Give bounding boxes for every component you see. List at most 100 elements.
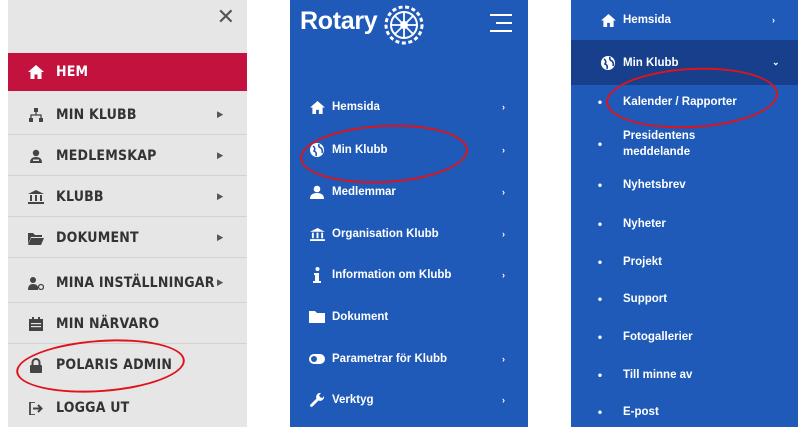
menu-toggle-icon[interactable] [490, 14, 512, 32]
info-icon [290, 267, 328, 283]
submenu-item-kalender-rapporter[interactable]: • Kalender / Rapporter [571, 93, 798, 111]
sign-out-icon [8, 401, 50, 415]
menu-item-mina-installningar[interactable]: MINA INSTÄLLNINGAR ▶ [8, 264, 247, 302]
submenu-item-label: Projekt [623, 256, 662, 268]
bullet: • [597, 137, 603, 151]
menu-item-label: Information om Klubb [332, 269, 452, 281]
menu-item-label: MIN KLUBB [56, 107, 137, 123]
globe-icon [290, 143, 328, 157]
menu-item-verktyg[interactable]: Verktyg › [290, 386, 528, 414]
menu-item-klubb[interactable]: KLUBB ▶ [8, 178, 247, 216]
bullet: • [597, 178, 603, 192]
wrench-icon [290, 392, 328, 408]
bullet: • [597, 255, 603, 269]
caret-right-icon: › [502, 187, 505, 197]
caret-right-icon: › [502, 270, 505, 280]
bullet: • [597, 330, 603, 344]
right-sidebar-menu: Hemsida › Min Klubb ⌄ • Kalender / Rappo… [571, 0, 798, 427]
divider [8, 216, 247, 217]
rotary-wheel-icon [384, 5, 424, 45]
bullet: • [597, 292, 603, 306]
caret-right-icon: › [502, 102, 505, 112]
menu-item-dokument[interactable]: DOKUMENT ▶ [8, 219, 247, 257]
toggle-icon [290, 354, 328, 364]
menu-item-hemsida[interactable]: Hemsida › [290, 93, 528, 121]
submenu-item-label: Presidentens meddelande [623, 130, 696, 158]
submenu-item-presidentens-meddelande[interactable]: • Presidentens meddelande [571, 127, 798, 161]
menu-item-organisation-klubb[interactable]: Organisation Klubb › [290, 220, 528, 248]
institution-icon [8, 190, 50, 204]
menu-item-label: POLARIS ADMIN [56, 357, 173, 373]
bullet: • [597, 368, 603, 382]
caret-right-icon: › [502, 145, 505, 155]
menu-item-label: Medlemmar [332, 186, 396, 198]
bullet: • [597, 405, 603, 419]
menu-item-dokument[interactable]: Dokument [290, 303, 528, 331]
home-icon [8, 65, 50, 79]
submenu-item-projekt[interactable]: • Projekt [571, 253, 798, 271]
caret-right-icon: ▶ [217, 233, 224, 243]
divider [8, 134, 247, 135]
sitemap-icon [8, 108, 50, 122]
menu-item-information-om-klubb[interactable]: Information om Klubb › [290, 261, 528, 289]
user-card-icon [8, 149, 50, 163]
menu-item-label: MIN NÄRVARO [56, 316, 160, 332]
bullet: • [597, 95, 603, 109]
submenu-item-label: Support [623, 293, 668, 305]
menu-item-min-klubb[interactable]: Min Klubb › [290, 136, 528, 164]
menu-item-label: LOGGA UT [56, 400, 130, 416]
submenu-item-label: Kalender / Rapporter [623, 96, 737, 108]
menu-item-min-klubb[interactable]: MIN KLUBB ▶ [8, 96, 247, 134]
submenu-item-label: Till minne av [623, 369, 693, 381]
submenu-item-label: E-post [623, 406, 659, 418]
menu-item-logga-ut[interactable]: LOGGA UT [8, 389, 247, 427]
left-sidebar-menu: ✕ HEM MIN KLUBB ▶ MEDLEMSKAP ▶ KLUBB ▶ D… [8, 0, 247, 427]
menu-item-hemsida[interactable]: Hemsida › [571, 0, 798, 40]
menu-item-medlemmar[interactable]: Medlemmar › [290, 178, 528, 206]
user-icon [290, 185, 328, 199]
menu-item-label: Organisation Klubb [332, 228, 439, 240]
rotary-logo-text: Rotary [300, 7, 378, 35]
menu-item-parametrar-for-klubb[interactable]: Parametrar för Klubb › [290, 345, 528, 373]
menu-item-label: Dokument [332, 311, 389, 323]
submenu-item-fotogallerier[interactable]: • Fotogallerier [571, 328, 798, 346]
menu-item-label: KLUBB [56, 189, 104, 205]
caret-right-icon: › [502, 395, 505, 405]
menu-item-label: Min Klubb [332, 144, 388, 156]
caret-right-icon: ▶ [217, 110, 224, 120]
institution-icon [290, 227, 328, 241]
submenu-item-till-minne-av[interactable]: • Till minne av [571, 366, 798, 384]
submenu-item-label: Nyhetsbrev [623, 179, 686, 191]
folder-icon [290, 311, 328, 323]
divider [8, 343, 247, 344]
submenu-item-support[interactable]: • Support [571, 290, 798, 308]
menu-item-label: DOKUMENT [56, 230, 139, 246]
menu-item-label: MINA INSTÄLLNINGAR [56, 275, 215, 291]
menu-item-min-narvaro[interactable]: MIN NÄRVARO [8, 305, 247, 343]
menu-item-medlemskap[interactable]: MEDLEMSKAP ▶ [8, 137, 247, 175]
menu-item-polaris-admin[interactable]: POLARIS ADMIN [8, 346, 247, 384]
submenu-item-label: Fotogallerier [623, 331, 693, 343]
folder-open-icon [8, 232, 50, 245]
menu-item-label: Hemsida [332, 101, 380, 113]
lock-icon [8, 357, 50, 373]
submenu-item-nyheter[interactable]: • Nyheter [571, 215, 798, 233]
home-icon [290, 100, 328, 114]
menu-item-hem[interactable]: HEM [8, 53, 247, 91]
divider [8, 257, 247, 258]
submenu-item-nyhetsbrev[interactable]: • Nyhetsbrev [571, 176, 798, 194]
caret-right-icon: ▶ [217, 192, 224, 202]
submenu-item-e-post[interactable]: • E-post [571, 403, 798, 421]
menu-item-label: MEDLEMSKAP [56, 148, 157, 164]
globe-icon [571, 55, 619, 70]
calendar-icon [8, 317, 50, 331]
caret-right-icon: ▶ [217, 278, 224, 288]
menu-item-label: HEM [56, 64, 89, 80]
menu-item-label: Parametrar för Klubb [332, 353, 448, 365]
menu-item-label: Hemsida [623, 14, 671, 26]
home-icon [571, 13, 619, 27]
user-settings-icon [8, 276, 50, 290]
menu-item-min-klubb-expanded[interactable]: Min Klubb ⌄ [571, 40, 798, 85]
close-icon[interactable]: ✕ [217, 6, 235, 28]
submenu-item-label: Nyheter [623, 218, 666, 230]
